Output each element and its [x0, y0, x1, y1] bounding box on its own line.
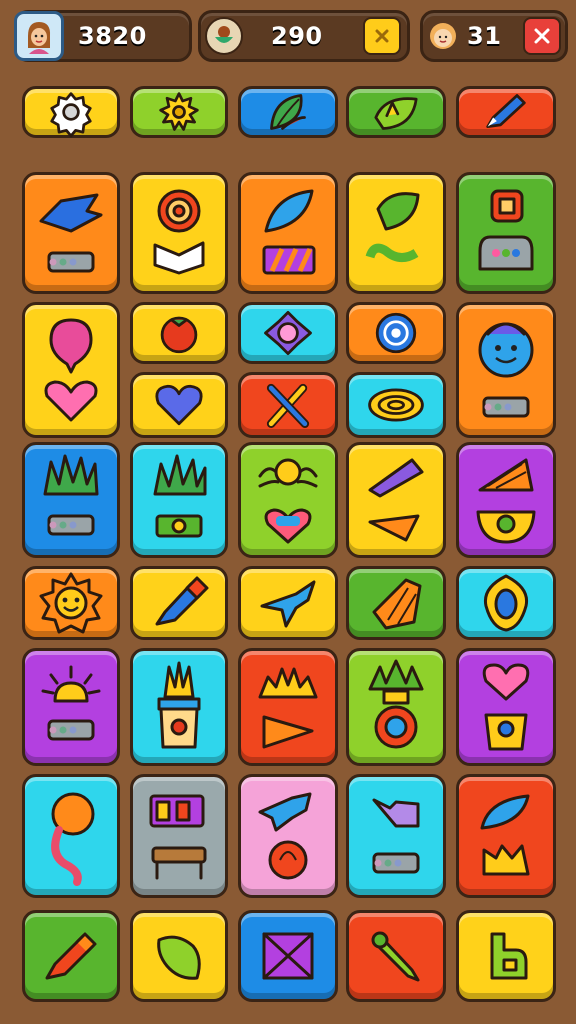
camera-icon — [356, 784, 436, 888]
game-board — [0, 0, 576, 1024]
face-icon — [466, 310, 546, 430]
pencil-icon — [476, 90, 536, 134]
coil-icon — [363, 379, 429, 431]
pineapple-icon — [356, 657, 436, 757]
tile-leaf-basket[interactable] — [456, 774, 556, 898]
basket-icon — [466, 784, 546, 888]
tile-coil[interactable] — [346, 372, 446, 438]
play-icon — [248, 657, 328, 757]
green-leaf-icon — [366, 90, 426, 134]
balloon-string-icon — [31, 784, 111, 888]
plane-icon — [256, 572, 320, 634]
tile-blob-face[interactable] — [456, 302, 556, 438]
cheese-icon — [364, 572, 428, 634]
spider-icon — [248, 450, 328, 550]
tools-icon — [258, 377, 318, 433]
tile-ring[interactable] — [456, 566, 556, 640]
knife-icon — [356, 450, 436, 550]
tile-camera-panel[interactable] — [346, 774, 446, 898]
spiral-icon — [366, 307, 426, 359]
leaf-icon — [258, 90, 318, 134]
tile-plant-panel[interactable] — [130, 442, 228, 558]
tile-furniture[interactable] — [130, 774, 228, 898]
fish-icon — [248, 784, 328, 888]
tomato-icon — [149, 307, 209, 359]
tile-knife[interactable] — [346, 442, 446, 558]
tile-brush[interactable] — [130, 566, 228, 640]
lemon-icon — [145, 922, 213, 990]
tile-swirl-heart[interactable] — [130, 172, 228, 294]
tile-pineapple[interactable] — [346, 648, 446, 766]
balloon-icon — [31, 310, 111, 430]
tile-plane[interactable] — [238, 566, 338, 640]
bat-icon — [362, 922, 430, 990]
tile-bat[interactable] — [346, 910, 446, 1002]
tile-balloon[interactable] — [22, 774, 120, 898]
tile-spiral[interactable] — [346, 302, 446, 364]
tile-star-shell[interactable] — [238, 302, 338, 364]
tile-heart-pot[interactable] — [456, 648, 556, 766]
tile-sun-face[interactable] — [22, 566, 120, 640]
heart-icon — [149, 377, 209, 433]
tile-heart[interactable] — [130, 372, 228, 438]
tile-sun-badge[interactable] — [130, 86, 228, 138]
tile-marker[interactable] — [22, 910, 120, 1002]
tile-balloon-heart[interactable] — [22, 302, 120, 438]
tile-pencil[interactable] — [456, 86, 556, 138]
pot-icon — [139, 657, 219, 757]
sun-face-icon — [39, 572, 103, 634]
tile-cheese[interactable] — [346, 566, 446, 640]
tile-green-leaf[interactable] — [346, 86, 446, 138]
tile-puzzle[interactable] — [456, 910, 556, 1002]
tile-leaf[interactable] — [238, 86, 338, 138]
marker-icon — [37, 922, 105, 990]
puzzle-icon — [472, 922, 540, 990]
tile-spaceship-panel[interactable] — [22, 172, 120, 294]
shell-icon — [258, 307, 318, 359]
spaceship-icon — [31, 181, 111, 285]
tile-grass-panel[interactable] — [22, 442, 120, 558]
tile-tomato[interactable] — [130, 302, 228, 364]
furniture-icon — [139, 784, 219, 888]
fries-icon — [466, 450, 546, 550]
ring-icon — [474, 572, 538, 634]
sun-badge-icon — [149, 90, 209, 134]
tile-crossed-tools[interactable] — [238, 372, 338, 438]
robot-icon — [466, 181, 546, 285]
tile-gear[interactable] — [22, 86, 120, 138]
tile-sunrise-panel[interactable] — [22, 648, 120, 766]
tile-fish-target[interactable] — [238, 774, 338, 898]
feather-icon — [248, 181, 328, 285]
tile-leaf-ring[interactable] — [346, 172, 446, 294]
swirl-icon — [139, 181, 219, 285]
gear-icon — [41, 90, 101, 138]
tile-sunburst-play[interactable] — [238, 648, 338, 766]
heart-pot-icon — [466, 657, 546, 757]
leaf-ring-icon — [356, 181, 436, 285]
tile-envelope[interactable] — [238, 910, 338, 1002]
tile-spider-heart[interactable] — [238, 442, 338, 558]
grass-icon — [31, 450, 111, 550]
envelope-icon — [254, 922, 322, 990]
brush-icon — [147, 572, 211, 634]
plant-icon — [139, 450, 219, 550]
tile-plant-pot[interactable] — [130, 648, 228, 766]
tile-feather-stripes[interactable] — [238, 172, 338, 294]
tile-lemon[interactable] — [130, 910, 228, 1002]
sunrise-icon — [31, 657, 111, 757]
tile-fries-pot[interactable] — [456, 442, 556, 558]
tile-robot[interactable] — [456, 172, 556, 294]
